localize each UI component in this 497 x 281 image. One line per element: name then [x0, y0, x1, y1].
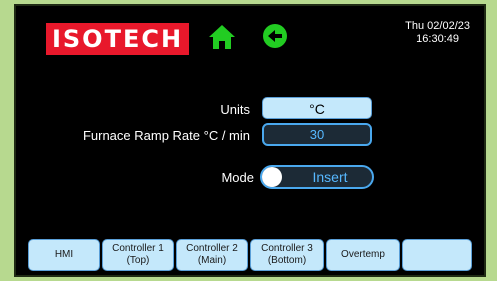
tab-controller-2[interactable]: Controller 2 (Main) — [176, 239, 248, 271]
toggle-knob — [262, 167, 282, 187]
ramp-rate-input[interactable]: 30 — [262, 123, 372, 146]
back-button[interactable] — [262, 23, 288, 49]
tab-hmi[interactable]: HMI — [28, 239, 100, 271]
back-arrow-icon — [263, 24, 287, 48]
units-label: Units — [220, 102, 250, 117]
home-icon — [209, 25, 235, 49]
home-button[interactable] — [208, 22, 236, 52]
tab-controller-3[interactable]: Controller 3 (Bottom) — [250, 239, 324, 271]
isotech-logo: ISOTECH — [46, 23, 189, 55]
hmi-screen: ISOTECH Thu 02/02/23 16:30:49 Units °C F… — [14, 4, 486, 277]
tab-overtemp[interactable]: Overtemp — [326, 239, 400, 271]
datetime-display: Thu 02/02/23 16:30:49 — [405, 20, 470, 46]
mode-value: Insert — [312, 169, 348, 185]
tab-controller-1[interactable]: Controller 1 (Top) — [102, 239, 174, 271]
units-button[interactable]: °C — [262, 97, 372, 119]
bottom-tab-bar: HMI Controller 1 (Top) Controller 2 (Mai… — [28, 239, 472, 273]
date-text: Thu 02/02/23 — [405, 20, 470, 32]
tab-empty[interactable] — [402, 239, 472, 271]
time-text: 16:30:49 — [416, 33, 459, 45]
ramp-rate-label: Furnace Ramp Rate °C / min — [82, 128, 250, 143]
mode-label: Mode — [221, 170, 254, 185]
mode-toggle[interactable]: Insert — [260, 165, 374, 189]
